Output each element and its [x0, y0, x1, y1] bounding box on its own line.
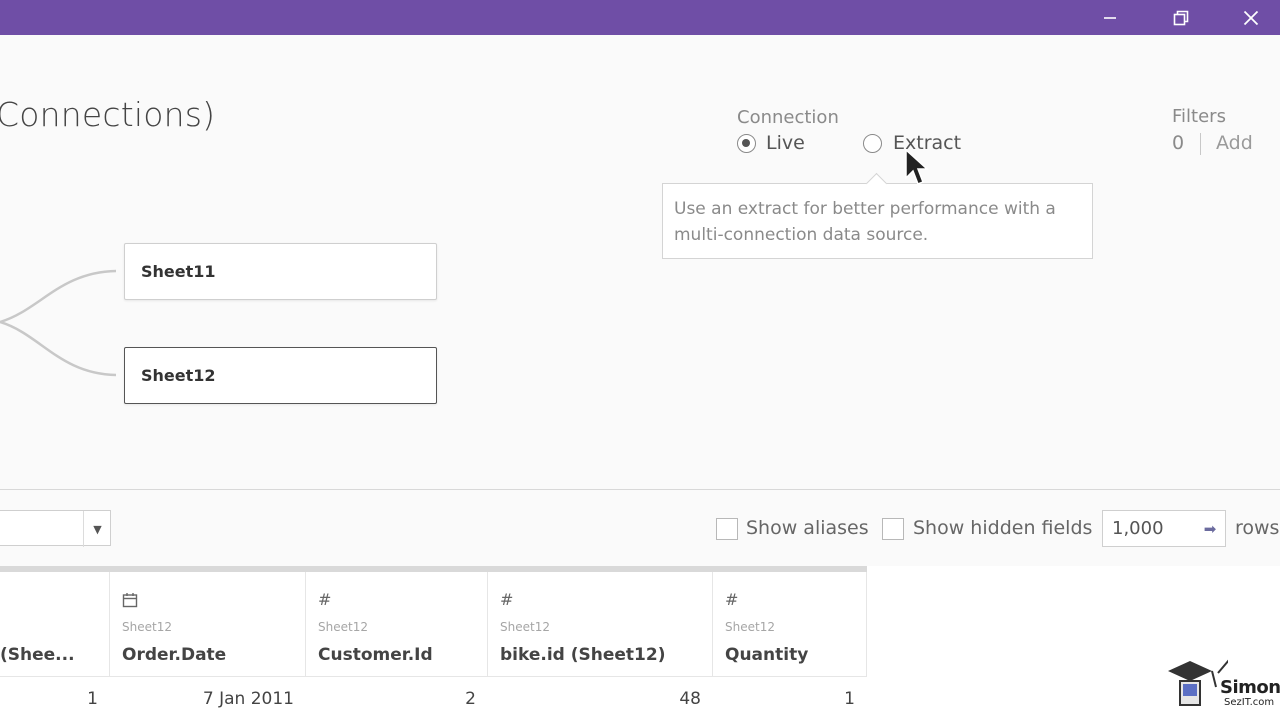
data-grid: (Shee... Sheet12 Order.Date # Sheet12 Cu… [0, 566, 1280, 720]
live-label[interactable]: Live [766, 132, 805, 154]
connection-label: Connection [737, 107, 839, 128]
minimize-icon [1104, 16, 1116, 19]
number-icon[interactable]: # [500, 592, 516, 608]
grid-toolbar: ▼ Show aliases Show hidden fields 1,000 … [0, 490, 1280, 566]
live-radio[interactable] [737, 134, 756, 153]
number-icon[interactable]: # [318, 592, 334, 608]
logo-mascot-icon [1168, 646, 1241, 706]
column-header[interactable]: (Shee... [0, 572, 110, 676]
restore-button[interactable] [1158, 0, 1204, 35]
column-name: (Shee... [0, 645, 75, 665]
filters-divider [1200, 133, 1201, 155]
logo-name: Simon [1220, 677, 1280, 698]
show-aliases-label[interactable]: Show aliases [746, 517, 869, 539]
table-row: 1 7 Jan 2011 2 48 1 [0, 676, 867, 720]
calendar-icon[interactable] [122, 592, 138, 608]
arrow-right-icon[interactable]: ➡ [1200, 510, 1220, 547]
sort-fields-dropdown[interactable]: ▼ [0, 510, 111, 547]
rows-label: rows [1235, 517, 1280, 539]
table-cell: 2 [465, 689, 476, 709]
table-name: Sheet12 [141, 366, 216, 385]
column-header[interactable]: Sheet12 Order.Date [110, 572, 306, 676]
table-sheet11[interactable]: Sheet11 [124, 243, 437, 300]
table-cell: 48 [679, 689, 701, 709]
column-header[interactable]: # Sheet12 Quantity [713, 572, 867, 676]
column-header[interactable]: # Sheet12 bike.id (Sheet12) [488, 572, 713, 676]
filters-count: 0 [1172, 132, 1185, 154]
logo-sub: SezIT.com [1224, 697, 1275, 708]
table-name: Sheet11 [141, 262, 216, 281]
table-cell: 1 [844, 689, 855, 709]
extract-radio[interactable] [863, 134, 882, 153]
column-source: Sheet12 [318, 620, 368, 634]
minimize-button[interactable] [1087, 0, 1133, 35]
join-connector-lines [0, 269, 117, 377]
show-hidden-fields-label[interactable]: Show hidden fields [913, 517, 1092, 539]
join-line-sheet11 [0, 269, 117, 324]
chevron-down-icon[interactable]: ▼ [83, 511, 111, 547]
column-header[interactable]: # Sheet12 Customer.Id [306, 572, 488, 676]
column-name: Order.Date [122, 645, 227, 665]
join-line-sheet12 [0, 320, 117, 377]
close-icon [1243, 10, 1259, 25]
number-icon[interactable]: # [725, 592, 741, 608]
column-source: Sheet12 [725, 620, 775, 634]
show-hidden-fields-checkbox[interactable] [882, 518, 904, 540]
add-filter-link[interactable]: Add [1216, 132, 1253, 154]
table-cell: 1 [87, 689, 98, 709]
extract-tooltip: Use an extract for better performance wi… [662, 183, 1093, 259]
grid-header: (Shee... Sheet12 Order.Date # Sheet12 Cu… [0, 572, 867, 676]
filters-label: Filters [1172, 106, 1226, 127]
column-name: bike.id (Sheet12) [500, 645, 666, 665]
window-titlebar [0, 0, 1280, 35]
table-sheet12[interactable]: Sheet12 [124, 347, 437, 404]
column-name: Customer.Id [318, 645, 433, 665]
column-name: Quantity [725, 645, 809, 665]
simonsezit-logo: Simon SezIT.com [1158, 643, 1280, 718]
mouse-pointer-icon [905, 148, 929, 185]
table-cell: 7 Jan 2011 [202, 689, 294, 709]
tooltip-text: Use an extract for better performance wi… [674, 199, 1056, 245]
restore-icon [1173, 10, 1189, 25]
column-source: Sheet12 [500, 620, 550, 634]
column-source: Sheet12 [122, 620, 172, 634]
close-button[interactable] [1228, 0, 1274, 35]
show-aliases-checkbox[interactable] [716, 518, 738, 540]
